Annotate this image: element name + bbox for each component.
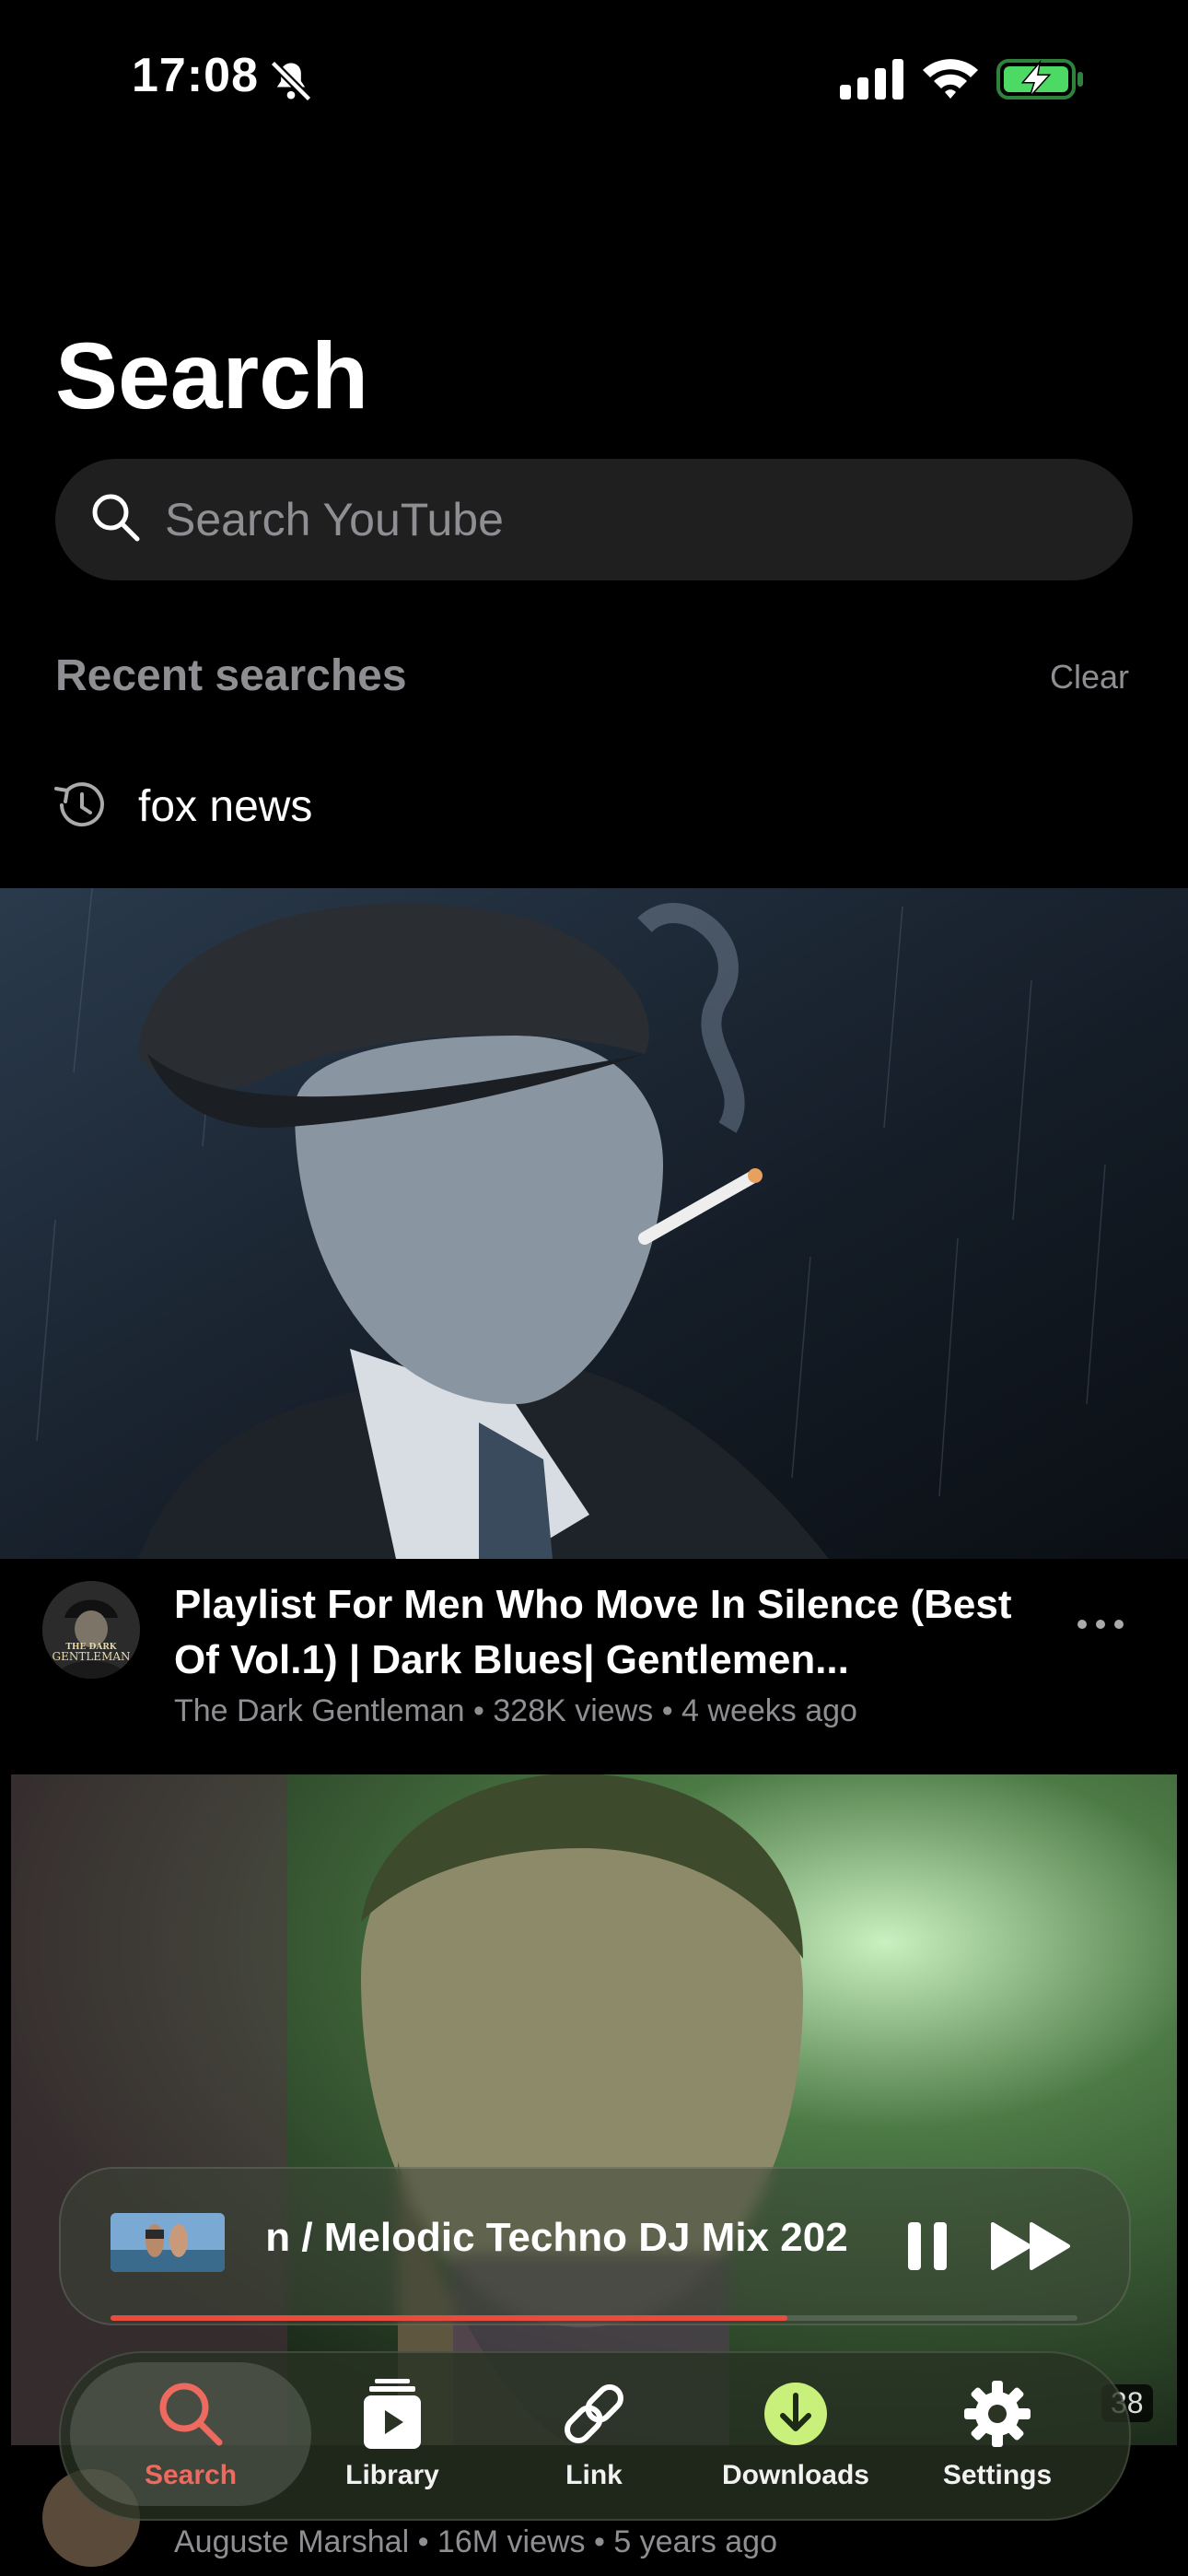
- tab-search[interactable]: Search: [89, 2375, 292, 2504]
- search-icon: [159, 2383, 223, 2446]
- avatar-image: THE DARK GENTLEMAN: [42, 1581, 140, 1679]
- history-icon: [54, 782, 104, 827]
- tab-settings[interactable]: Settings: [896, 2375, 1099, 2504]
- video-meta: The Dark Gentleman • 328K views • 4 week…: [174, 1693, 857, 1728]
- thumbnail-image: [0, 888, 1188, 1559]
- mini-player-title: in / Melodic Techno DJ Mix 202: [267, 2215, 848, 2260]
- tab-downloads[interactable]: Downloads: [694, 2375, 897, 2504]
- link-icon: [565, 2384, 623, 2443]
- video-title[interactable]: Playlist For Men Who Move In Silence (Be…: [174, 1577, 1031, 1688]
- tab-link[interactable]: Link: [493, 2375, 695, 2504]
- video-thumbnail[interactable]: [0, 888, 1188, 1559]
- bell-muted-icon: [270, 60, 312, 102]
- channel-avatar[interactable]: THE DARK GENTLEMAN: [42, 1581, 140, 1679]
- video-meta: Auguste Marshal • 16M views • 5 years ag…: [174, 2524, 777, 2559]
- tab-label: Link: [565, 2460, 623, 2490]
- battery-charging-icon: [996, 59, 1083, 100]
- svg-text:GENTLEMAN: GENTLEMAN: [52, 1650, 130, 1663]
- search-icon: [92, 494, 140, 542]
- tab-library[interactable]: Library: [291, 2375, 494, 2504]
- recent-searches-heading: Recent searches: [55, 651, 407, 700]
- pause-icon[interactable]: [904, 2220, 950, 2272]
- download-icon: [764, 2383, 827, 2445]
- mini-player-title-container: in / Melodic Techno DJ Mix 202: [267, 2215, 884, 2274]
- video-thumbnail[interactable]: [11, 1774, 1177, 2445]
- tab-label: Downloads: [721, 2460, 869, 2490]
- tab-label: Settings: [942, 2460, 1053, 2490]
- more-options-icon[interactable]: [1076, 1610, 1125, 1638]
- mini-player-artwork: [111, 2213, 225, 2272]
- tab-label: Search: [144, 2460, 238, 2490]
- library-icon: [364, 2379, 421, 2449]
- search-placeholder: Search YouTube: [165, 494, 504, 545]
- thumbnail-image: [11, 1774, 1177, 2445]
- tab-label: Library: [345, 2460, 439, 2490]
- wifi-icon: [923, 59, 978, 99]
- clear-recent-button[interactable]: Clear: [1050, 658, 1129, 697]
- fast-forward-icon[interactable]: [991, 2220, 1074, 2272]
- playback-progress-fill: [111, 2315, 787, 2321]
- page-title: Search: [55, 323, 369, 428]
- gear-icon: [964, 2381, 1031, 2447]
- artwork-image: [111, 2213, 225, 2272]
- recent-search-item[interactable]: fox news: [138, 781, 312, 832]
- cellular-signal-icon: [840, 59, 903, 100]
- status-time: 17:08: [132, 49, 259, 102]
